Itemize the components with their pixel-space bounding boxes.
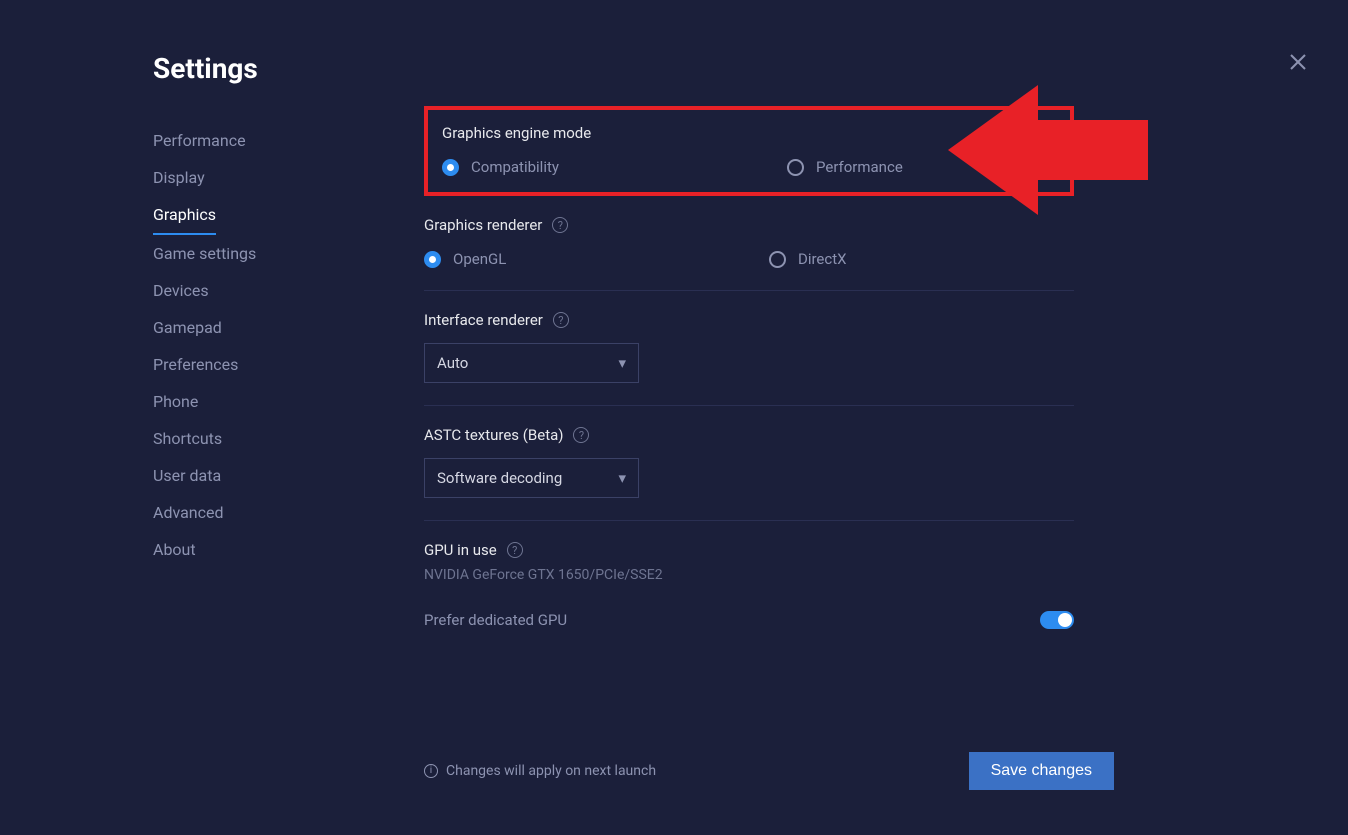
- engine-mode-radio-performance[interactable]: Performance: [787, 158, 903, 176]
- close-icon: [1289, 53, 1307, 71]
- help-icon[interactable]: ?: [507, 542, 523, 558]
- sidebar-item-game-settings[interactable]: Game settings: [153, 235, 256, 272]
- sidebar-item-phone[interactable]: Phone: [153, 383, 198, 420]
- astc-textures-select[interactable]: Software decoding ▾: [424, 458, 639, 498]
- radio-unchecked-icon: [787, 159, 804, 176]
- chevron-down-icon: ▾: [618, 354, 626, 372]
- settings-sidebar: Performance Display Graphics Game settin…: [153, 122, 353, 568]
- prefer-dedicated-gpu-toggle[interactable]: [1040, 611, 1074, 629]
- radio-label: OpenGL: [453, 250, 506, 268]
- sidebar-item-display[interactable]: Display: [153, 159, 205, 196]
- renderer-radio-opengl[interactable]: OpenGL: [424, 250, 769, 268]
- sidebar-item-about[interactable]: About: [153, 531, 196, 568]
- engine-mode-label: Graphics engine mode: [442, 124, 1056, 142]
- graphics-settings-panel: Graphics engine mode Compatibility Perfo…: [424, 106, 1074, 671]
- info-icon: i: [424, 764, 438, 778]
- sidebar-item-user-data[interactable]: User data: [153, 457, 221, 494]
- interface-renderer-select[interactable]: Auto ▾: [424, 343, 639, 383]
- footer-note-text: Changes will apply on next launch: [446, 763, 656, 779]
- save-changes-button[interactable]: Save changes: [969, 752, 1114, 790]
- sidebar-item-gamepad[interactable]: Gamepad: [153, 309, 222, 346]
- help-icon[interactable]: ?: [553, 312, 569, 328]
- close-button[interactable]: [1286, 50, 1310, 74]
- interface-renderer-label: Interface renderer: [424, 311, 543, 329]
- help-icon[interactable]: ?: [573, 427, 589, 443]
- page-title: Settings: [153, 52, 258, 85]
- sidebar-item-preferences[interactable]: Preferences: [153, 346, 238, 383]
- radio-unchecked-icon: [769, 251, 786, 268]
- renderer-radio-directx[interactable]: DirectX: [769, 250, 847, 268]
- sidebar-item-advanced[interactable]: Advanced: [153, 494, 224, 531]
- gpu-info-text: NVIDIA GeForce GTX 1650/PCIe/SSE2: [424, 567, 1074, 583]
- chevron-down-icon: ▾: [618, 469, 626, 487]
- sidebar-item-graphics[interactable]: Graphics: [153, 196, 216, 235]
- sidebar-item-devices[interactable]: Devices: [153, 272, 209, 309]
- select-value: Auto: [437, 354, 468, 372]
- engine-mode-highlight: Graphics engine mode Compatibility Perfo…: [424, 106, 1074, 196]
- engine-mode-radio-compatibility[interactable]: Compatibility: [442, 158, 787, 176]
- astc-textures-label: ASTC textures (Beta): [424, 426, 563, 444]
- select-value: Software decoding: [437, 469, 562, 487]
- radio-label: DirectX: [798, 250, 847, 268]
- sidebar-item-performance[interactable]: Performance: [153, 122, 246, 159]
- radio-checked-icon: [442, 159, 459, 176]
- radio-label: Compatibility: [471, 158, 559, 176]
- footer-note: i Changes will apply on next launch: [424, 763, 656, 779]
- help-icon[interactable]: ?: [552, 217, 568, 233]
- sidebar-item-shortcuts[interactable]: Shortcuts: [153, 420, 222, 457]
- radio-label: Performance: [816, 158, 903, 176]
- radio-checked-icon: [424, 251, 441, 268]
- gpu-in-use-label: GPU in use: [424, 541, 497, 559]
- graphics-renderer-label: Graphics renderer: [424, 216, 542, 234]
- prefer-dedicated-gpu-label: Prefer dedicated GPU: [424, 611, 567, 629]
